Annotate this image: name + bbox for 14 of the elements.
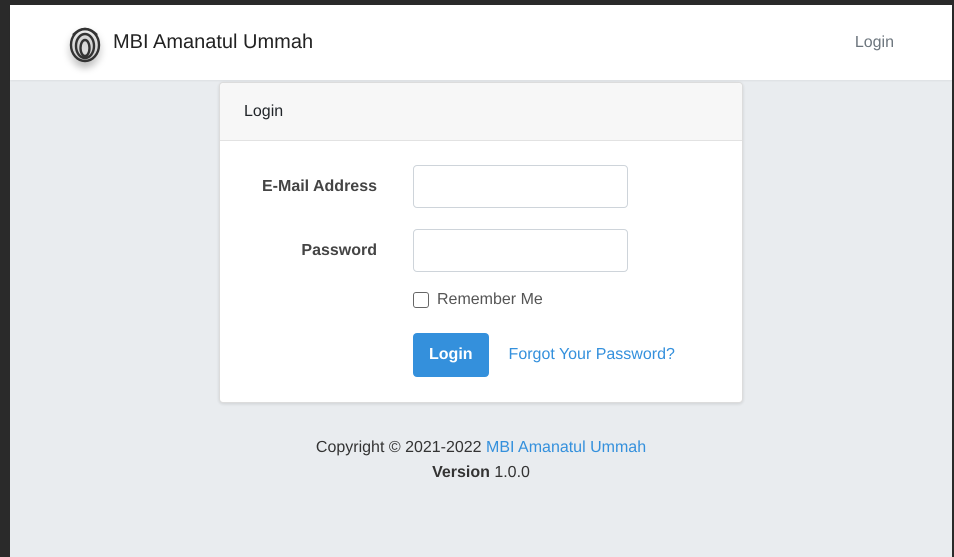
input-field[interactable] bbox=[413, 229, 628, 272]
field-label: E-Mail Address bbox=[261, 178, 378, 196]
version-text: Version 1.0.0 bbox=[432, 464, 530, 482]
login-button[interactable]: Login bbox=[413, 333, 489, 377]
nav-link[interactable]: Login bbox=[854, 34, 894, 52]
field-label: Password bbox=[300, 242, 378, 260]
forgot-password-link[interactable]: Forgot Your Password? bbox=[508, 346, 675, 364]
copyright-text: Copyright © 2021-2022 MBI Amanatul Ummah bbox=[316, 439, 646, 457]
checkbox[interactable] bbox=[413, 292, 429, 308]
owner-link[interactable]: MBI Amanatul Ummah bbox=[486, 439, 646, 456]
checkbox-label[interactable]: Remember Me bbox=[437, 291, 543, 309]
input-field[interactable] bbox=[413, 165, 628, 208]
brand-name[interactable]: MBI Amanatul Ummah bbox=[113, 31, 314, 54]
card-title: Login bbox=[244, 102, 284, 120]
